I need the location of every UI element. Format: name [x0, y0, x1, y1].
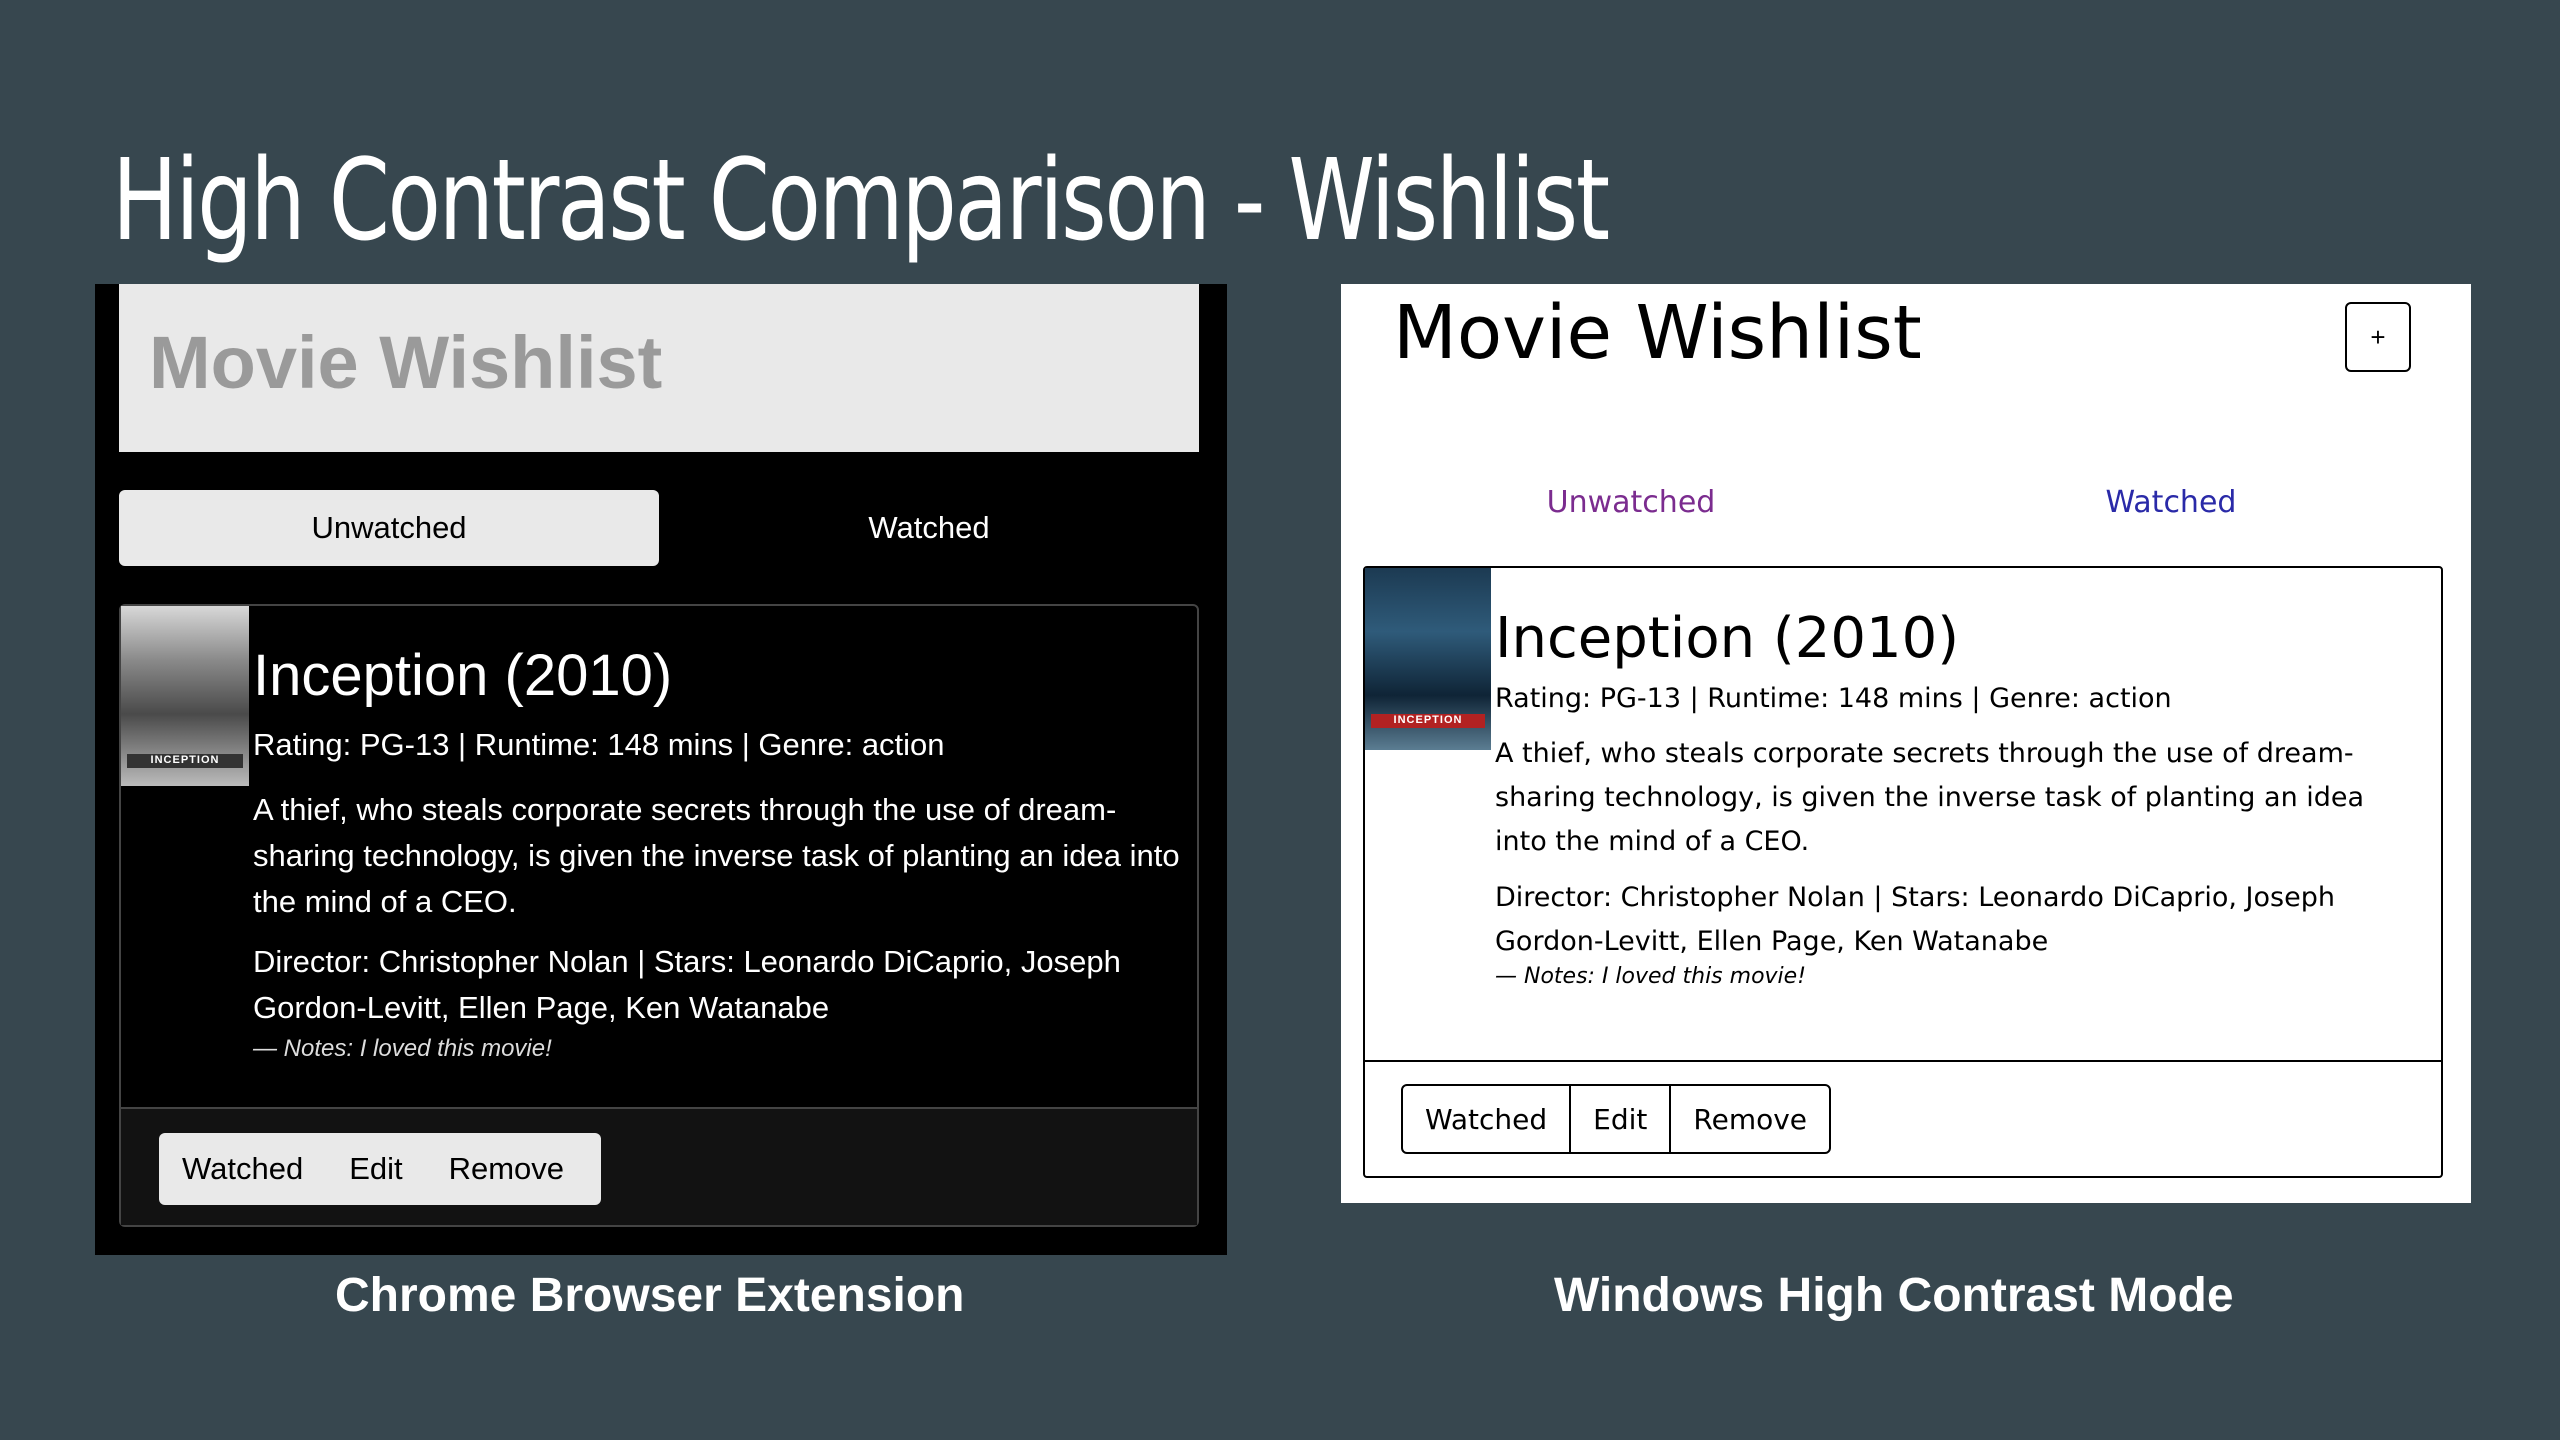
edit-button[interactable]: Edit: [1571, 1086, 1672, 1152]
remove-button[interactable]: Remove: [426, 1151, 587, 1187]
movie-card: INCEPTION Inception (2010) Rating: PG-13…: [1363, 566, 2443, 1178]
tab-watched[interactable]: Watched: [659, 490, 1199, 566]
movie-notes: — Notes: I loved this movie!: [253, 1034, 552, 1062]
windows-high-contrast-screenshot: Movie Wishlist + Unwatched Watched INCEP…: [1341, 284, 2471, 1203]
watched-button[interactable]: Watched: [1403, 1086, 1572, 1152]
caption-chrome-extension: Chrome Browser Extension: [335, 1269, 965, 1322]
slide-title: High Contrast Comparison - Wishlist: [112, 136, 1610, 266]
movie-card-body: Inception (2010) Rating: PG-13 | Runtime…: [1495, 606, 2415, 989]
watched-button[interactable]: Watched: [159, 1151, 326, 1187]
movie-title: Inception (2010): [1495, 606, 1960, 671]
tab-unwatched[interactable]: Unwatched: [1361, 478, 1901, 526]
tab-unwatched[interactable]: Unwatched: [119, 490, 659, 566]
remove-button[interactable]: Remove: [1671, 1086, 1829, 1152]
movie-cast: Director: Christopher Nolan | Stars: Leo…: [253, 943, 1121, 1025]
app-header: Movie Wishlist: [119, 284, 1199, 452]
card-footer: Watched Edit Remove: [121, 1107, 1197, 1225]
app-title: Movie Wishlist: [1393, 290, 1922, 376]
poster-title-text: INCEPTION: [1371, 714, 1485, 728]
card-footer: Watched Edit Remove: [1365, 1060, 2441, 1176]
movie-notes: — Notes: I loved this movie!: [1495, 963, 1807, 989]
movie-description: A thief, who steals corporate secrets th…: [1495, 737, 2365, 857]
action-button-group: Watched Edit Remove: [1401, 1084, 1832, 1154]
movie-card-body: Inception (2010) Rating: PG-13 | Runtime…: [253, 643, 1183, 1063]
chrome-extension-screenshot: Movie Wishlist Unwatched Watched INCEPTI…: [95, 284, 1227, 1255]
movie-card: INCEPTION Inception (2010) Rating: PG-13…: [119, 604, 1199, 1227]
add-movie-button[interactable]: +: [2345, 302, 2411, 372]
poster-title-text: INCEPTION: [127, 754, 243, 768]
movie-poster: INCEPTION: [1365, 568, 1491, 750]
app-title: Movie Wishlist: [149, 321, 663, 404]
movie-poster: INCEPTION: [121, 606, 249, 786]
action-button-group: Watched Edit Remove: [159, 1133, 601, 1205]
edit-button[interactable]: Edit: [326, 1151, 425, 1187]
movie-meta: Rating: PG-13 | Runtime: 148 mins | Genr…: [1495, 682, 2172, 714]
movie-title: Inception (2010): [253, 643, 673, 708]
movie-meta: Rating: PG-13 | Runtime: 148 mins | Genr…: [253, 726, 945, 762]
movie-description: A thief, who steals corporate secrets th…: [253, 791, 1180, 919]
tab-watched[interactable]: Watched: [1901, 478, 2441, 526]
caption-windows-high-contrast: Windows High Contrast Mode: [1554, 1269, 2234, 1322]
movie-cast: Director: Christopher Nolan | Stars: Leo…: [1495, 881, 2335, 957]
